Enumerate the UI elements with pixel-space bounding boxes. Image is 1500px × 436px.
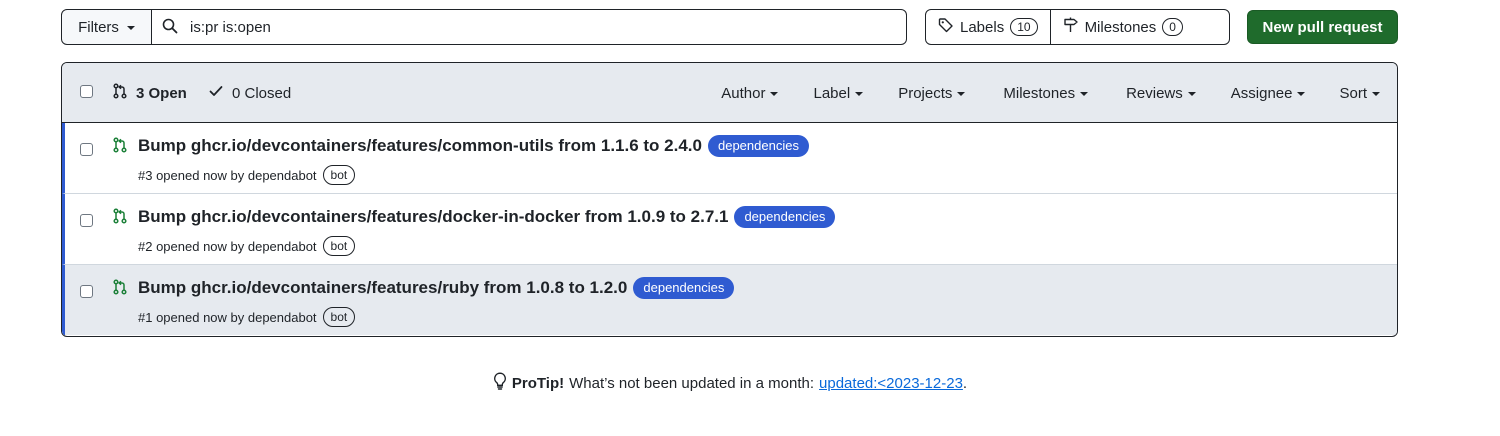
list-filter-menus: Author Label Projects Milestones Reviews… xyxy=(721,63,1397,123)
row-checkbox[interactable] xyxy=(80,143,93,156)
chevron-down-icon xyxy=(855,92,864,96)
labels-milestones-group: Labels 10 Milestones 0 xyxy=(925,9,1230,45)
pull-request-row: Bump ghcr.io/devcontainers/features/dock… xyxy=(62,194,1397,265)
projects-filter-label: Projects xyxy=(898,84,953,102)
milestones-filter[interactable]: Milestones xyxy=(1003,84,1089,102)
pull-request-title: Bump ghcr.io/devcontainers/features/dock… xyxy=(138,207,729,226)
pull-request-title-link[interactable]: Bump ghcr.io/devcontainers/features/comm… xyxy=(138,135,809,157)
chevron-down-icon xyxy=(1372,92,1380,96)
author-filter-label: Author xyxy=(721,84,766,102)
author-filter[interactable]: Author xyxy=(721,84,779,102)
pull-request-icon xyxy=(112,137,128,156)
search-box[interactable] xyxy=(152,9,907,45)
assignee-filter[interactable]: Assignee xyxy=(1231,85,1306,102)
closed-count-label: 0 Closed xyxy=(232,84,292,102)
pull-request-icon xyxy=(112,83,128,103)
protip-text: What’s not been updated in a month: xyxy=(569,374,815,392)
milestones-button[interactable]: Milestones 0 xyxy=(1049,10,1195,44)
label-filter-label: Label xyxy=(813,84,851,102)
projects-filter[interactable]: Projects xyxy=(898,84,966,102)
chevron-down-icon xyxy=(1080,92,1089,96)
milestones-label: Milestones xyxy=(1084,18,1157,36)
top-toolbar: Filters Labels 10 Milestones 0 New pull xyxy=(61,9,1398,45)
search-icon xyxy=(162,18,178,37)
new-pull-request-button[interactable]: New pull request xyxy=(1247,10,1398,44)
protip: ProTip! What’s not been updated in a mon… xyxy=(0,372,1460,394)
lightbulb-icon xyxy=(493,372,507,394)
pull-request-title-link[interactable]: Bump ghcr.io/devcontainers/features/dock… xyxy=(138,206,836,228)
search-input[interactable] xyxy=(188,17,788,37)
pull-request-meta-text: #1 opened now by dependabot xyxy=(138,309,317,325)
select-all-checkbox[interactable] xyxy=(80,85,93,98)
bot-badge: bot xyxy=(322,165,356,185)
pull-request-icon xyxy=(112,279,128,298)
labels-label: Labels xyxy=(960,18,1005,36)
open-count-label: 3 Open xyxy=(136,84,187,102)
chevron-down-icon xyxy=(1187,92,1196,96)
pull-request-icon xyxy=(112,208,128,227)
reviews-filter-label: Reviews xyxy=(1126,84,1183,102)
pull-request-title-link[interactable]: Bump ghcr.io/devcontainers/features/ruby… xyxy=(138,277,735,299)
chevron-down-icon xyxy=(770,92,779,96)
open-filter-tab[interactable]: 3 Open xyxy=(112,83,187,103)
pull-request-meta-text: #2 opened now by dependabot xyxy=(138,238,317,254)
label-filter[interactable]: Label xyxy=(813,84,864,102)
row-checkbox[interactable] xyxy=(80,214,93,227)
milestones-filter-label: Milestones xyxy=(1003,84,1076,102)
tag-icon xyxy=(938,17,954,37)
labels-button[interactable]: Labels 10 xyxy=(926,10,1050,44)
row-checkbox[interactable] xyxy=(80,285,93,298)
dependencies-label[interactable]: dependencies xyxy=(734,206,836,228)
new-pull-request-label: New pull request xyxy=(1262,18,1383,36)
sort-filter-label: Sort xyxy=(1339,84,1367,102)
pull-request-meta: #3 opened now by dependabot bot xyxy=(138,165,356,185)
filters-button-label: Filters xyxy=(78,18,119,36)
milestones-count: 0 xyxy=(1162,18,1183,36)
sort-filter[interactable]: Sort xyxy=(1339,85,1380,102)
pull-request-title: Bump ghcr.io/devcontainers/features/ruby… xyxy=(138,278,628,297)
protip-link[interactable]: updated:<2023-12-23 xyxy=(819,375,963,392)
labels-count: 10 xyxy=(1010,18,1038,36)
pull-request-row: Bump ghcr.io/devcontainers/features/ruby… xyxy=(62,265,1397,335)
pull-request-row: Bump ghcr.io/devcontainers/features/comm… xyxy=(62,123,1397,194)
filter-search-group: Filters xyxy=(61,9,907,45)
milestone-icon xyxy=(1063,17,1079,37)
list-header: 3 Open 0 Closed Author Label Projects Mi… xyxy=(62,63,1397,123)
bot-badge: bot xyxy=(322,307,356,327)
chevron-down-icon xyxy=(1297,92,1306,96)
assignee-filter-label: Assignee xyxy=(1230,84,1293,102)
chevron-down-icon xyxy=(126,26,135,30)
pull-request-title: Bump ghcr.io/devcontainers/features/comm… xyxy=(138,136,702,155)
pull-request-meta: #2 opened now by dependabot bot xyxy=(138,236,356,256)
pull-request-meta-text: #3 opened now by dependabot xyxy=(138,167,317,183)
filters-button[interactable]: Filters xyxy=(61,9,152,45)
dependencies-label[interactable]: dependencies xyxy=(633,277,735,299)
pull-request-list: 3 Open 0 Closed Author Label Projects Mi… xyxy=(61,62,1398,337)
bot-badge: bot xyxy=(322,236,356,256)
protip-trail: . xyxy=(962,374,968,392)
closed-filter-tab[interactable]: 0 Closed xyxy=(208,83,291,103)
reviews-filter[interactable]: Reviews xyxy=(1126,85,1196,102)
dependencies-label[interactable]: dependencies xyxy=(707,135,809,157)
chevron-down-icon xyxy=(957,92,966,96)
protip-heading: ProTip! xyxy=(511,374,565,392)
pull-request-meta: #1 opened now by dependabot bot xyxy=(138,307,356,327)
check-icon xyxy=(208,83,224,103)
